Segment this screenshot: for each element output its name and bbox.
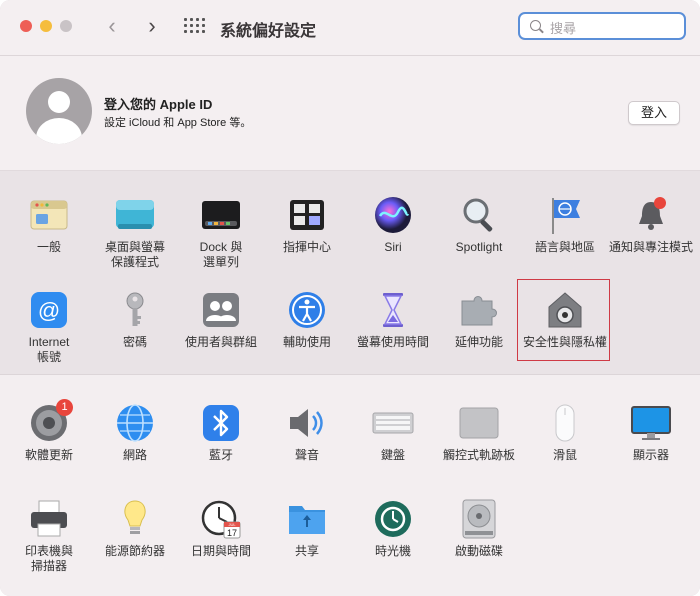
accessibility-icon <box>289 292 325 328</box>
apple-id-title: 登入您的 Apple ID <box>104 97 213 112</box>
window-title: 系統偏好設定 <box>220 23 317 40</box>
pref-label: 軟體更新 <box>24 448 73 462</box>
preferences-section-hardware <box>0 375 700 596</box>
pref-label: 使用者與群組 <box>184 335 257 349</box>
calendar-day: 17 <box>227 528 237 538</box>
users-groups-icon <box>203 293 239 327</box>
dock-icon <box>202 201 240 229</box>
pref-label: 聲音 <box>294 448 319 462</box>
search-input[interactable]: 搜尋 <box>518 12 686 40</box>
time-machine-icon <box>375 501 411 537</box>
close-button[interactable] <box>20 20 32 32</box>
keyboard-icon <box>372 412 414 434</box>
pref-label: Spotlight <box>455 240 503 254</box>
pref-label: Dock 與 選單列 <box>199 240 243 269</box>
mission-control-icon <box>290 200 324 230</box>
pref-label: 共享 <box>294 544 319 558</box>
zoom-button[interactable] <box>60 20 72 32</box>
pref-label: 一般 <box>36 240 61 254</box>
screen-time-icon <box>383 293 403 327</box>
sharing-icon <box>289 506 325 534</box>
extensions-icon <box>461 296 497 326</box>
apple-id-subtitle: 設定 iCloud 和 App Store 等。 <box>104 117 252 129</box>
title-bar: ‹ › 系統偏好設定 搜尋 <box>0 0 700 56</box>
internet-accounts-icon: @ <box>31 292 67 328</box>
pref-label: 觸控式軌跡板 <box>442 448 515 462</box>
general-icon <box>30 200 68 230</box>
pref-label: 顯示器 <box>632 448 669 462</box>
pref-label: 能源節約器 <box>104 544 165 558</box>
pref-label: 網路 <box>122 448 147 462</box>
pref-label: 啟動磁碟 <box>454 544 503 558</box>
svg-text:@: @ <box>38 298 60 323</box>
energy-saver-icon <box>124 500 146 534</box>
displays-icon <box>631 406 671 440</box>
system-preferences-window: ‹ › 系統偏好設定 搜尋 登入您的 Apple ID 設定 iCloud 和 … <box>0 0 700 596</box>
siri-icon <box>375 197 411 233</box>
pref-label: Siri <box>384 240 402 254</box>
apple-id-section: 登入您的 Apple ID 設定 iCloud 和 App Store 等。 登… <box>0 56 700 171</box>
back-button[interactable]: ‹ <box>100 14 124 40</box>
startup-disk-icon <box>462 499 496 539</box>
forward-button[interactable]: › <box>140 14 164 40</box>
pref-label: 通知與專注模式 <box>608 240 693 254</box>
mouse-icon <box>555 404 575 442</box>
pref-label: 延伸功能 <box>454 335 503 349</box>
sound-icon <box>290 409 323 437</box>
update-badge: 1 <box>56 399 73 416</box>
pref-label: 時光機 <box>374 544 411 558</box>
pref-label: 桌面與螢幕 保護程式 <box>104 240 165 269</box>
bluetooth-icon <box>203 405 239 441</box>
pref-label: 密碼 <box>122 335 147 349</box>
pref-label: 語言與地區 <box>534 240 595 254</box>
pref-label: 指揮中心 <box>282 240 331 254</box>
sign-in-button[interactable]: 登入 <box>628 101 680 125</box>
show-all-grid-icon[interactable] <box>184 18 205 36</box>
trackpad-icon <box>459 407 499 439</box>
desktop-screensaver-icon <box>116 200 154 229</box>
language-region-icon <box>552 198 580 234</box>
pref-label: 藍牙 <box>208 448 233 462</box>
pref-label: 印表機與 掃描器 <box>24 544 73 573</box>
avatar[interactable] <box>26 78 92 144</box>
selection-highlight <box>517 279 610 361</box>
notifications-icon <box>639 197 666 230</box>
pref-label: 滑鼠 <box>552 448 577 462</box>
printers-scanners-icon <box>31 500 67 537</box>
pref-label: 鍵盤 <box>380 448 405 462</box>
pref-label: Internet 帳號 <box>28 335 70 364</box>
calendar-month: JUL <box>228 522 236 527</box>
pref-label: 輔助使用 <box>282 335 331 349</box>
date-time-icon: JUL 17 <box>201 500 241 539</box>
pref-label: 日期與時間 <box>190 544 251 558</box>
pref-label: 螢幕使用時間 <box>356 335 429 349</box>
key-icon <box>126 292 144 326</box>
search-placeholder: 搜尋 <box>550 21 577 36</box>
network-icon <box>117 404 153 442</box>
minimize-button[interactable] <box>40 20 52 32</box>
search-icon <box>530 20 541 31</box>
spotlight-icon <box>463 198 493 232</box>
